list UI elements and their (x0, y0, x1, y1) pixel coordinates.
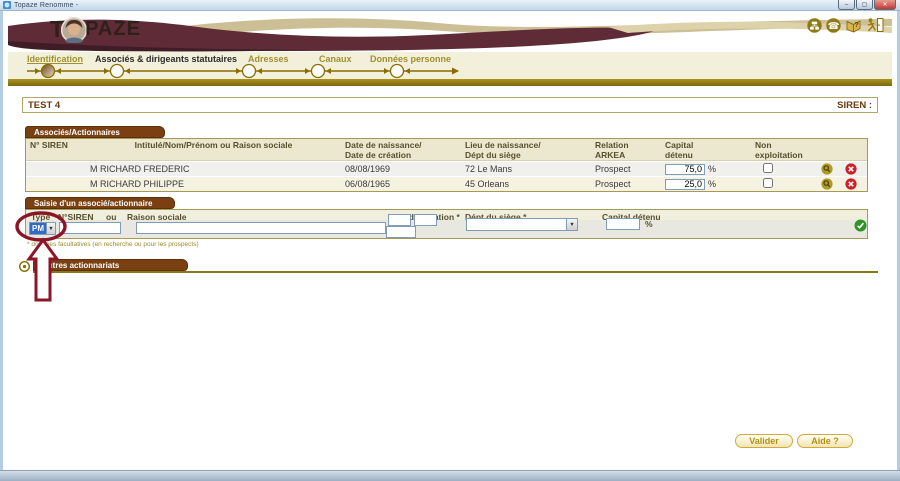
dept-select-value (467, 219, 566, 230)
step-progress-track (8, 52, 892, 79)
valider-button[interactable]: Valider (735, 434, 793, 448)
section-title: Autres actionnariats (42, 261, 119, 270)
cell-date: 08/08/1969 (341, 164, 461, 174)
minimize-button[interactable]: ‒ (838, 0, 855, 10)
section-saisie-associe: Saisie d'un associé/actionnaire (25, 197, 175, 209)
siren-input[interactable] (59, 222, 121, 234)
help-book-icon[interactable]: ? (845, 18, 862, 33)
section-title: Saisie d'un associé/actionnaire (34, 199, 152, 208)
divider-bar (8, 79, 892, 86)
logo-avatar (61, 17, 87, 43)
step-circle-identification (42, 65, 55, 78)
type-select[interactable]: PM ▼ (29, 222, 56, 235)
step-circle-adresses (243, 65, 256, 78)
col-relation: Relation ARKEA (591, 141, 661, 160)
section-autres-actionnariats[interactable]: Autres actionnariats (33, 259, 188, 271)
cell-name: M RICHARD FREDERIC (86, 164, 341, 174)
step-circle-canaux (312, 65, 325, 78)
footnote: * données facultatives (en recherche ou … (27, 241, 199, 248)
capital-input[interactable] (665, 179, 705, 190)
section-divider (33, 271, 878, 273)
entry-percent-label: % (645, 219, 653, 229)
confirm-icon[interactable] (854, 219, 867, 232)
cell-relation: Prospect (591, 164, 661, 174)
step-circle-associes (111, 65, 124, 78)
col-name: Intitulé/Nom/Prénom ou Raison sociale (86, 141, 341, 151)
siren-label: N°SIREN (58, 212, 94, 222)
cell-name: M RICHARD PHILIPPE (86, 179, 341, 189)
window-statusbar (0, 470, 900, 481)
table-header-row: N° SIREN Intitulé/Nom/Prénom ou Raison s… (26, 139, 867, 161)
col-capital: Capital détenu (661, 141, 751, 160)
window-icon (3, 1, 11, 9)
cell-date: 06/08/1965 (341, 179, 461, 189)
svg-text:?: ? (854, 20, 859, 29)
contacts-icon[interactable] (807, 18, 822, 33)
type-label: Type (31, 212, 50, 222)
delete-icon[interactable] (845, 163, 857, 175)
window-title: Topaze Renomme - (14, 2, 78, 9)
entry-form: Type N°SIREN ou Raison sociale Date de c… (25, 209, 868, 239)
associates-table: N° SIREN Intitulé/Nom/Prénom ou Raison s… (25, 138, 868, 192)
phone-icon[interactable]: ☎ (826, 18, 841, 33)
type-select-value: PM (30, 223, 46, 234)
col-non-exploitation: Non exploitation (751, 141, 809, 160)
date-month-input[interactable] (414, 214, 437, 226)
chevron-down-icon: ▼ (46, 223, 55, 234)
cell-place: 45 Orleans (461, 179, 591, 189)
dept-select[interactable]: ▼ (466, 218, 578, 231)
step-circle-donnees (391, 65, 404, 78)
table-row: M RICHARD PHILIPPE 06/08/1965 45 Orleans… (26, 176, 867, 191)
chevron-down-icon: ▼ (566, 219, 577, 230)
percent-label: % (708, 179, 716, 189)
table-row: M RICHARD FREDERIC 08/08/1969 72 Le Mans… (26, 161, 867, 176)
non-exploitation-checkbox[interactable] (763, 178, 773, 188)
svg-text:☎: ☎ (828, 20, 840, 31)
logo-letters-paze: PAZE (85, 18, 141, 41)
siren-label: SIREN : (837, 100, 872, 111)
date-day-input[interactable] (388, 214, 411, 226)
percent-label: % (708, 164, 716, 174)
topaze-logo: T PAZE (50, 16, 141, 43)
window-border-left (0, 11, 3, 470)
entry-capital-input[interactable] (606, 218, 640, 230)
expand-toggle-icon[interactable] (19, 261, 30, 272)
section-associes-actionnaires: Associés/Actionnaires (25, 126, 165, 138)
date-year-input[interactable] (386, 226, 416, 238)
col-siren: N° SIREN (26, 141, 86, 151)
application-window: Topaze Renomme - ‒ ▢ ✕ T PAZE (0, 0, 900, 481)
maximize-button[interactable]: ▢ (856, 0, 873, 10)
or-label: ou (106, 212, 116, 222)
page-title: TEST 4 (28, 100, 60, 111)
exit-icon[interactable] (866, 17, 884, 33)
aide-button[interactable]: Aide ? (797, 434, 853, 448)
step-navigation: Identification Associés & dirigeants sta… (8, 52, 892, 79)
non-exploitation-checkbox[interactable] (763, 163, 773, 173)
cell-relation: Prospect (591, 179, 661, 189)
col-birthdate: Date de naissance/ Date de création (341, 141, 461, 160)
cell-place: 72 Le Mans (461, 164, 591, 174)
window-titlebar: Topaze Renomme - (0, 0, 900, 11)
magnifier-icon[interactable] (821, 178, 833, 190)
company-label: Raison sociale (127, 212, 187, 222)
app-banner: T PAZE ☎ ? (8, 14, 892, 52)
delete-icon[interactable] (845, 178, 857, 190)
record-bar: TEST 4 SIREN : (22, 97, 878, 113)
magnifier-icon[interactable] (821, 163, 833, 175)
capital-input[interactable] (665, 164, 705, 175)
col-birthplace: Lieu de naissance/ Dépt du siège (461, 141, 591, 160)
close-button[interactable]: ✕ (874, 0, 896, 10)
company-input[interactable] (136, 222, 386, 234)
section-title: Associés/Actionnaires (34, 128, 120, 137)
